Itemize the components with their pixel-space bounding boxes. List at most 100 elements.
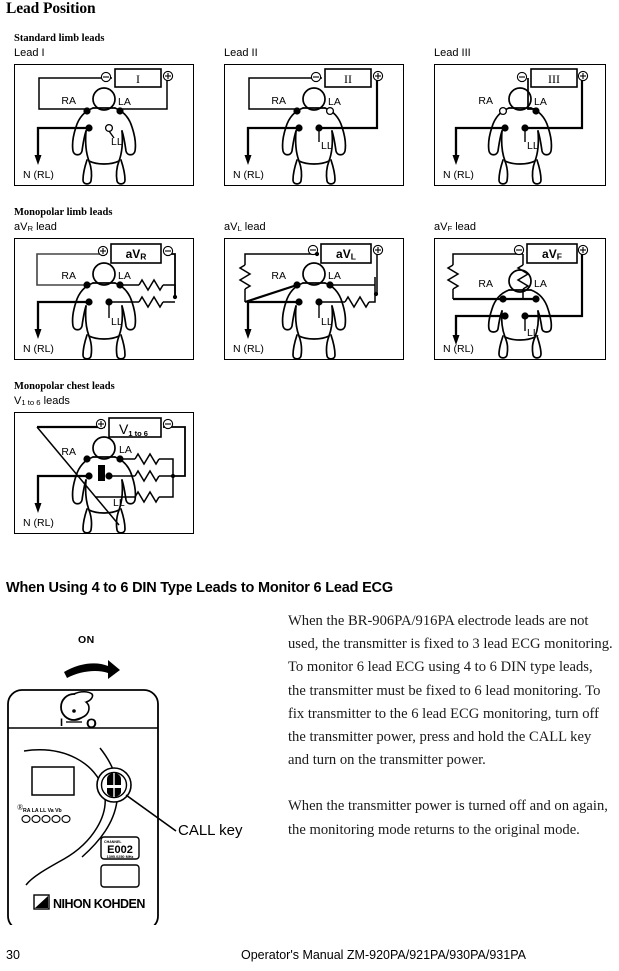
polarity-minus-lead-iii [516, 71, 528, 83]
caption-tail: lead [241, 221, 266, 233]
electrode-la [116, 107, 124, 115]
label-ll: LL [321, 316, 333, 328]
footer-manual-title: Operator's Manual ZM-920PA/921PA/930PA/9… [241, 948, 526, 962]
junction-dot-2 [314, 251, 320, 257]
connector-labels: RA LA LL Va Vb [23, 808, 62, 814]
label-n: N (RL) [233, 343, 264, 355]
electrode-ra [83, 455, 91, 463]
label-ra: RA [478, 278, 493, 290]
diagram-lead-i: I RA LA LL N (RL) [14, 64, 194, 186]
lead-i-svg: I RA LA LL N (RL) [23, 68, 174, 185]
label-ll: LL [111, 136, 123, 148]
label-n: N (RL) [233, 169, 264, 181]
transmitter-illustration: I O RA LA LL Va Vb ® CHANNEL E002 1395.0… [4, 645, 279, 931]
polarity-plus-lead-ii [372, 70, 384, 82]
n-lead-wire [244, 126, 299, 165]
electrode-ra [499, 295, 507, 303]
label-ra: RA [61, 95, 76, 107]
call-key-button[interactable] [96, 767, 132, 803]
label-la: LA [328, 96, 341, 108]
meter-label-lead-iii: III [548, 72, 560, 86]
polarity-plus-avr [97, 245, 109, 257]
label-ll: LL [111, 316, 123, 328]
caption-main: aV [224, 221, 238, 233]
r-mark-icon: ® [17, 803, 23, 812]
lead-iii-svg: III RA LA LL N (RL) [443, 68, 589, 185]
footer-page-number: 30 [6, 948, 20, 962]
avr-svg: aVR RA LA LL N (RL) [23, 243, 178, 359]
polarity-plus-avl [372, 244, 384, 256]
diagram-lead-iii: III RA LA LL N (RL) [434, 64, 606, 186]
n-lead-wire [244, 300, 299, 339]
electrode-ra [498, 106, 508, 116]
group-label-monopolar-limb: Monopolar limb leads [14, 207, 113, 218]
electrode-la [325, 106, 335, 116]
diagram-caption-lead-iii: Lead III [434, 47, 471, 59]
diagram-caption-avl: aVL lead [224, 221, 266, 233]
polarity-plus-lead-i [162, 70, 174, 82]
chest-electrode [98, 465, 105, 481]
diagram-caption-lead-i: Lead I [14, 47, 45, 59]
display-window [31, 766, 75, 796]
electrode-ll [105, 472, 113, 480]
diagram-avl: aVL RA LA LL N (RL) [224, 238, 404, 360]
diagram-caption-avr: aVR lead [14, 221, 57, 233]
label-n: N (RL) [443, 343, 474, 355]
label-la: LA [118, 96, 131, 108]
label-ll: LL [113, 497, 125, 509]
label-la: LA [534, 96, 547, 108]
avf-svg: aVF RA LA LL N (RL) [443, 243, 589, 359]
electrode-ra [293, 107, 301, 115]
polarity-minus-v1v6 [162, 418, 174, 430]
n-lead-wire [34, 474, 89, 513]
label-n: N (RL) [23, 169, 54, 181]
lead-ii-svg: II RA LA LL N (RL) [233, 68, 384, 185]
section-heading: When Using 4 to 6 DIN Type Leads to Moni… [6, 580, 393, 596]
diagram-caption-v1v6: V1 to 6 leads [14, 395, 70, 407]
polarity-minus-lead-ii [310, 71, 322, 83]
transmitter-svg: I O RA LA LL Va Vb ® CHANNEL E002 1395.0… [7, 660, 177, 931]
manual-page: Lead Position Standard limb leads Lead I… [0, 0, 619, 971]
n-lead-wire [452, 126, 505, 165]
label-ra: RA [61, 270, 76, 282]
electrode-la [116, 281, 124, 289]
v1v6-svg: V1 to 6 RA LA LL N (RL) [23, 417, 186, 533]
label-ll: LL [527, 140, 539, 152]
caption-tail: lead [33, 221, 57, 233]
label-n: N (RL) [23, 343, 54, 355]
meter-label-lead-i: I [136, 72, 140, 86]
meter-label-lead-ii: II [344, 72, 352, 86]
caption-main: aV [14, 221, 28, 233]
brand-name: NIHON KOHDEN [53, 897, 145, 911]
on-arrow-icon [64, 660, 120, 679]
label-ra: RA [61, 446, 76, 458]
call-key-callout: CALL key [178, 822, 243, 839]
diagram-avr: aVR RA LA LL N (RL) [14, 238, 194, 360]
junction-dot [373, 291, 379, 297]
label-n: N (RL) [443, 169, 474, 181]
electrode-la [532, 107, 540, 115]
section-body-text: When the BR-906PA/916PA electrode leads … [288, 610, 614, 865]
polarity-plus-lead-iii [577, 70, 589, 82]
switch-on-mark: O [86, 715, 97, 731]
electrode-ra [293, 281, 301, 289]
paragraph-2: When the transmitter power is turned off… [288, 798, 608, 838]
page-title: Lead Position [6, 0, 96, 17]
polarity-plus-v1v6 [95, 418, 107, 430]
electrode-la [532, 295, 540, 303]
junction-dot [170, 473, 176, 479]
label-la: LA [118, 270, 131, 282]
n-lead-wire [34, 126, 89, 165]
label-ra: RA [478, 95, 493, 107]
frequency-label: 1395.0250 MHz [107, 855, 134, 859]
caption-tail: leads [40, 395, 70, 407]
blank-plate [100, 864, 140, 888]
switch-off-mark: I [60, 717, 63, 729]
label-ra: RA [271, 270, 286, 282]
caption-sub: 1 to 6 [21, 397, 41, 407]
connector-sockets[interactable] [21, 815, 71, 823]
diagram-caption-lead-ii: Lead II [224, 47, 258, 59]
diagram-avf: aVF RA LA LL N (RL) [434, 238, 606, 360]
electrode-la [116, 455, 124, 463]
caption-tail: lead [452, 221, 477, 233]
